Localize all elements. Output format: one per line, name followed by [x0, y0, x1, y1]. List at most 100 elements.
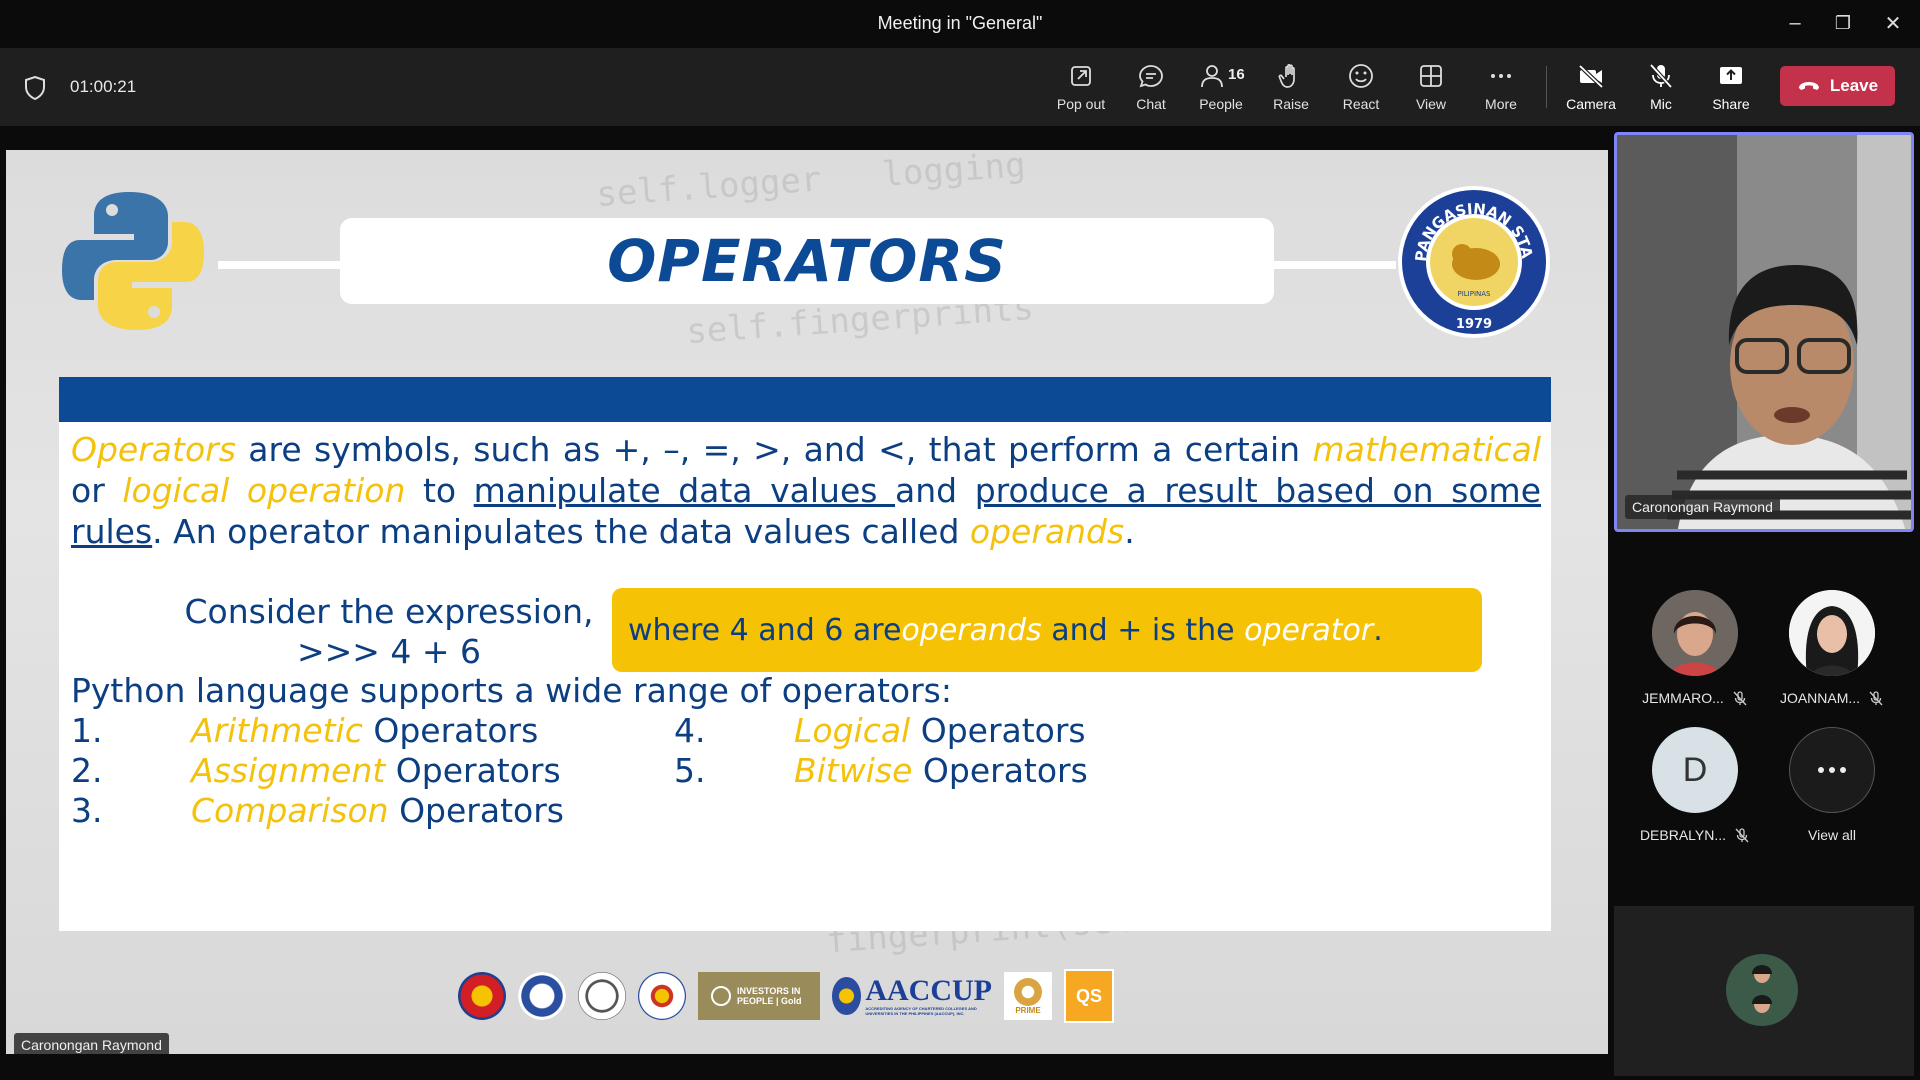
- mic-off-icon: [1869, 691, 1883, 706]
- mic-label: Mic: [1650, 96, 1672, 112]
- camera-label: Camera: [1566, 96, 1616, 112]
- more-label: More: [1485, 96, 1517, 112]
- title-rule-left: [218, 261, 348, 269]
- mic-button[interactable]: Mic: [1628, 62, 1694, 118]
- participant-tile[interactable]: D DEBRALYN...: [1630, 727, 1760, 843]
- prime-text: PRIME: [1015, 1005, 1041, 1015]
- people-label: People: [1199, 96, 1243, 112]
- content-header-bar: [59, 377, 1551, 422]
- leave-button[interactable]: Leave: [1780, 66, 1895, 106]
- camera-off-icon: [1578, 64, 1604, 89]
- camera-button[interactable]: Camera: [1558, 62, 1624, 118]
- participant-tile[interactable]: JOANNAM...: [1767, 590, 1897, 706]
- paragraph-text: are symbols, such as +, –, =, >, and <, …: [235, 430, 1313, 469]
- aaccup-name: AACCUP: [865, 974, 992, 1007]
- view-all-circle: [1789, 727, 1875, 813]
- term-operands: operands: [969, 512, 1125, 551]
- list-item: 5. Bitwise Operators: [674, 751, 1088, 791]
- python-logo-icon: [62, 192, 204, 330]
- leave-label: Leave: [1829, 76, 1879, 95]
- share-icon: [1720, 67, 1742, 84]
- video-feed-person: [1617, 135, 1911, 529]
- investors-in-people-logo: INVESTORS IN PEOPLE | Gold: [698, 972, 820, 1020]
- operator-suffix: Operators: [912, 751, 1088, 790]
- more-button[interactable]: More: [1468, 62, 1534, 118]
- smiley-icon: [1349, 64, 1373, 88]
- avatar-photo: [1789, 590, 1875, 676]
- people-icon: [1201, 65, 1223, 88]
- layout-grid-icon: [1420, 65, 1442, 87]
- self-video-tile[interactable]: Caronongan Raymond: [1614, 132, 1914, 532]
- share-label: Share: [1712, 96, 1750, 112]
- operator-suffix: Operators: [385, 751, 561, 790]
- slide-content-card: Operators are symbols, such as +, –, =, …: [59, 377, 1551, 931]
- share-button[interactable]: Share: [1698, 62, 1764, 118]
- agency-seal-logo: [518, 972, 566, 1020]
- callout-term-operands: operands: [901, 612, 1042, 648]
- consider-expression: Consider the expression, >>> 4 + 6: [179, 592, 599, 672]
- restore-button[interactable]: ❐: [1826, 8, 1860, 38]
- commission-seal-logo: [578, 972, 626, 1020]
- avatar: [1789, 590, 1875, 676]
- raise-hand-icon: [1278, 64, 1295, 88]
- operator-list-right: 4. Logical Operators 5. Bitwise Operators: [674, 711, 1088, 791]
- underlined-manipulate: manipulate data values: [473, 471, 896, 510]
- participant-name-row: JOANNAM...: [1767, 690, 1897, 706]
- callout-term-operator: operator: [1244, 612, 1374, 648]
- investors-logo-text: INVESTORS IN PEOPLE | Gold: [737, 986, 802, 1006]
- shared-slide: self.logger logging self.fingerprints fi…: [6, 150, 1608, 1054]
- raise-hand-button[interactable]: Raise: [1258, 62, 1324, 118]
- list-number: 3.: [71, 791, 103, 830]
- callout-text: where 4 and 6 are: [628, 612, 902, 648]
- react-button[interactable]: React: [1328, 62, 1394, 118]
- term-operators: Operators: [71, 430, 236, 469]
- raise-label: Raise: [1273, 96, 1309, 112]
- qs-stars-logo: QS: [1064, 969, 1114, 1023]
- expression-code: >>> 4 + 6: [296, 632, 482, 671]
- chat-button[interactable]: Chat: [1118, 62, 1184, 118]
- operator-type: Assignment: [191, 751, 386, 790]
- popout-button[interactable]: Pop out: [1048, 62, 1114, 118]
- participant-name: JEMMARO...: [1642, 690, 1724, 706]
- view-button[interactable]: View: [1398, 62, 1464, 118]
- minimize-button[interactable]: –: [1778, 8, 1812, 38]
- mic-off-icon: [1649, 63, 1673, 89]
- participant-name-row: DEBRALYN...: [1630, 827, 1760, 843]
- aaccup-subtitle: ACCREDITING AGENCY OF CHARTERED COLLEGES…: [865, 1006, 977, 1016]
- operators-intro-text: Python language supports a wide range of…: [71, 671, 952, 710]
- operator-suffix: Operators: [910, 711, 1086, 750]
- avatar-photo: [1726, 954, 1798, 1026]
- mic-off-icon: [1733, 691, 1747, 706]
- avatar-initial: D: [1652, 727, 1738, 813]
- participant-tile[interactable]: JEMMARO...: [1630, 590, 1760, 706]
- people-count-badge: 16: [1228, 66, 1245, 83]
- university-seal-logo: PANGASINAN STATE UNIVERSITY PILIPINAS 19…: [1396, 184, 1550, 338]
- term-mathematical: mathematical: [1312, 430, 1541, 469]
- operator-suffix: Operators: [388, 791, 564, 830]
- participant-name: JOANNAM...: [1779, 690, 1861, 706]
- close-button[interactable]: ✕: [1876, 8, 1910, 38]
- people-button[interactable]: 16 People: [1188, 62, 1254, 118]
- list-number: 1.: [71, 711, 103, 750]
- ellipsis-icon: [1491, 74, 1511, 78]
- chat-label: Chat: [1136, 96, 1166, 112]
- avatar: [1652, 590, 1738, 676]
- window-titlebar: Meeting in "General" – ❐ ✕: [0, 0, 1920, 48]
- list-item: 3. Comparison Operators: [71, 791, 564, 831]
- window-title: Meeting in "General": [877, 13, 1043, 33]
- participant-name-row: JEMMARO...: [1630, 690, 1760, 706]
- self-video-name-tag: Caronongan Raymond: [1625, 495, 1780, 519]
- consider-label: Consider the expression,: [184, 592, 594, 631]
- hang-up-icon: [1798, 82, 1819, 90]
- avatar: [1726, 954, 1798, 1026]
- operators-definition-paragraph: Operators are symbols, such as +, –, =, …: [71, 429, 1541, 552]
- list-item: 4. Logical Operators: [674, 711, 1088, 751]
- presenter-name-tag: Caronongan Raymond: [14, 1033, 169, 1054]
- aaccup-logo: AACCUP ACCREDITING AGENCY OF CHARTERED C…: [832, 972, 992, 1020]
- callout-text: .: [1373, 612, 1383, 648]
- seal-country: PILIPINAS: [1457, 290, 1491, 298]
- view-all-participants-button[interactable]: View all: [1767, 727, 1897, 843]
- operator-list-left: 1. Arithmetic Operators 2. Assignment Oper…: [71, 711, 564, 831]
- operator-suffix: Operators: [362, 711, 539, 750]
- footer-logos: INVESTORS IN PEOPLE | Gold AACCUP ACCRED…: [458, 969, 1114, 1023]
